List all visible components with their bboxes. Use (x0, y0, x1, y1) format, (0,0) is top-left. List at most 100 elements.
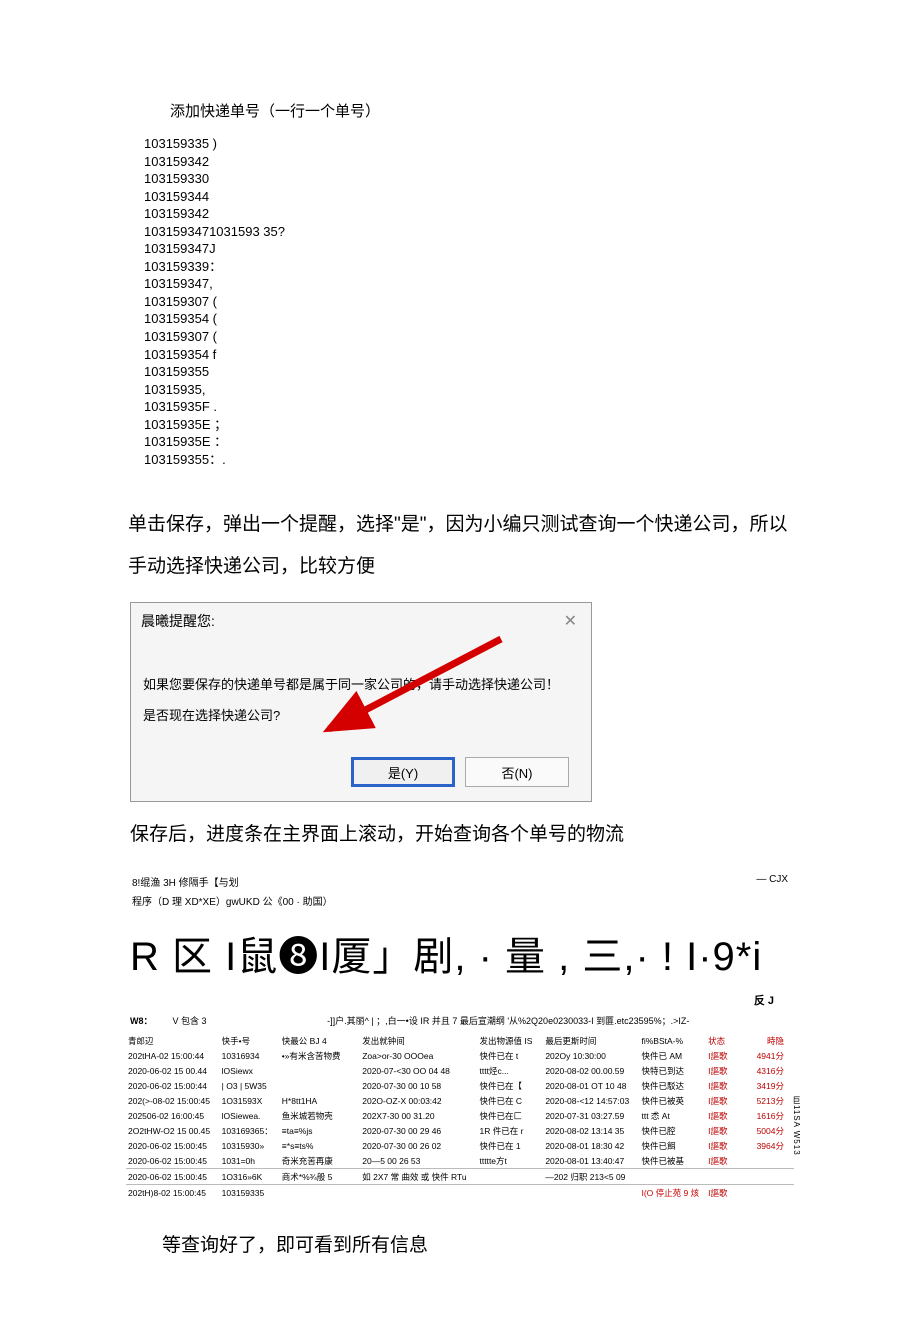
cell (750, 1185, 794, 1201)
cell: 快特已到达 (639, 1063, 706, 1078)
cell: ≡ta≡%js (280, 1123, 360, 1138)
cell (280, 1063, 360, 1078)
column-header: 快手•号 (220, 1033, 280, 1048)
cell: 103169365： (220, 1123, 280, 1138)
cell: 2020-06-02 15:00:45 (126, 1138, 220, 1153)
cell: 10316934 (220, 1048, 280, 1063)
dialog-message-1: 如果您要保存的快递单号都是属于同一家公司的，请手动选择快递公司！ (143, 669, 579, 700)
app-titlebar: 8!绲渔 3H 修隔手【与划 — CJX (120, 874, 800, 889)
table-row: 202tHA-02 15:00:4410316934•»有米含苦物费Zoa>or… (126, 1048, 794, 1063)
results-table: 青郎辺快手•号快最公 BJ 4发出就钟间发出物源值 IS最后更斯时间fi%BSt… (126, 1033, 794, 1200)
cell: I(O 停止苑 9 烗 (639, 1185, 706, 1201)
cell (750, 1153, 794, 1169)
cell (478, 1169, 544, 1185)
cell: 2020-08-01 18:30 42 (543, 1138, 639, 1153)
tracking-number-list: 103159335 )10315934210315933010315934410… (120, 135, 800, 468)
table-row: 202506-02 16:00:45lOSiewea.鱼米城若物壳202X7-3… (126, 1108, 794, 1123)
cell: 快件已在 1 (478, 1138, 544, 1153)
table-row: 2020-06-02 15:00:4510315930»≡*s≡ts%2020-… (126, 1138, 794, 1153)
cell: 2020-06-02 15:00:44 (126, 1078, 220, 1093)
cell: 快件已 AM (639, 1048, 706, 1063)
cell: I謳歌 (706, 1108, 750, 1123)
cell: 1616分 (750, 1108, 794, 1123)
cell: I謳歌 (706, 1153, 750, 1169)
column-header: 发出物源值 IS (478, 1033, 544, 1048)
tracking-number: 103159342 (144, 205, 800, 223)
cell: I謳歌 (706, 1185, 750, 1201)
app-title-left: 8!绲渔 3H 修隔手【与划 (132, 874, 239, 889)
cell: lOSiewx (220, 1063, 280, 1078)
column-header: 状态 (706, 1033, 750, 1048)
cell: 5213分 (750, 1093, 794, 1108)
tracking-number: 103159330 (144, 170, 800, 188)
cell: 2020-06-02 15 00.44 (126, 1063, 220, 1078)
tracking-number: 103159354 ( (144, 310, 800, 328)
cell: 4941分 (750, 1048, 794, 1063)
tracking-number: 103159355：. (144, 451, 800, 469)
tracking-number: 103159344 (144, 188, 800, 206)
cell: 快件已在 C (478, 1093, 544, 1108)
cell: 2O2tHW-O2 15 00.45 (126, 1123, 220, 1138)
column-header: 发出就钟间 (360, 1033, 477, 1048)
cell: tttt烃c... (478, 1063, 544, 1078)
section-title: 添加快递单号（一行一个单号） (120, 100, 800, 121)
cell: 鱼米城若物壳 (280, 1108, 360, 1123)
cell: H*8tt1HA (280, 1093, 360, 1108)
cell: 2020-07-<30 OO 04 48 (360, 1063, 477, 1078)
cell: 1R 件已在 r (478, 1123, 544, 1138)
app-menubar: 程序（D 理 XD*XE）gwUKD 公《00 · 助国） (120, 893, 800, 908)
cell: 202506-02 16:00:45 (126, 1108, 220, 1123)
tracking-number: 103159307 ( (144, 293, 800, 311)
cell: 奇米充苦再康 (280, 1153, 360, 1169)
tracking-number: 10315935E ： (144, 433, 800, 451)
table-row: 2020-06-02 15:00:451O316»6K商术*%¾般 5如 2X7… (126, 1169, 794, 1185)
cell: | O3 | 5W35 (220, 1078, 280, 1093)
cell: 2020-08-02 00.00.59 (543, 1063, 639, 1078)
paragraph-3: 等查询好了，即可看到所有信息 (120, 1230, 800, 1257)
dialog-title: 晨曦提醒您: (141, 611, 215, 631)
cell: —202 归职 213<5 09 (543, 1169, 639, 1185)
cell: 快件已在 t (478, 1048, 544, 1063)
table-row: 2020-06-02 15:00:451031=0h奇米充苦再康20—5 00 … (126, 1153, 794, 1169)
no-button[interactable]: 否(N) (465, 757, 569, 787)
cell: 10315930» (220, 1138, 280, 1153)
cell (706, 1169, 750, 1185)
cell: 2020-08-02 13:14 35 (543, 1123, 639, 1138)
cell: 2020-08-<12 14:57:03 (543, 1093, 639, 1108)
cell (360, 1185, 477, 1201)
cell: I謳歌 (706, 1078, 750, 1093)
cell: 202X7-30 00 31.20 (360, 1108, 477, 1123)
cell: 1031=0h (220, 1153, 280, 1169)
tracking-number: 103159354 f (144, 346, 800, 364)
cell (478, 1185, 544, 1201)
side-vertical-text: 巨11SA W513 (791, 1096, 802, 1156)
cell: 快件已在【 (478, 1078, 544, 1093)
paragraph-2: 保存后，进度条在主界面上滚动，开始查询各个单号的物流 (130, 814, 800, 856)
app-title-right: — CJX (756, 874, 788, 889)
cell: I謳歌 (706, 1063, 750, 1078)
cell: 快件已被基 (639, 1153, 706, 1169)
tracking-number: 103159355 (144, 363, 800, 381)
cell: 5004分 (750, 1123, 794, 1138)
yes-button[interactable]: 是(Y) (351, 757, 455, 787)
cell: 4316分 (750, 1063, 794, 1078)
column-header: 最后更斯时间 (543, 1033, 639, 1048)
cell (750, 1169, 794, 1185)
cell: lOSiewea. (220, 1108, 280, 1123)
column-header: 時隐 (750, 1033, 794, 1048)
cell (280, 1078, 360, 1093)
cell: 3419分 (750, 1078, 794, 1093)
cell: 202(>-08-02 15:00:45 (126, 1093, 220, 1108)
close-icon[interactable]: ✕ (558, 611, 583, 631)
tracking-number: 1031593471031593 35? (144, 223, 800, 241)
tracking-number: 10315935E ； (144, 416, 800, 434)
cell: 2020-07-30 00 29 46 (360, 1123, 477, 1138)
cell: I謳歌 (706, 1048, 750, 1063)
table-row: 202(>-08-02 15:00:451O31593XH*8tt1HA202O… (126, 1093, 794, 1108)
tracking-number: 103159339： (144, 258, 800, 276)
cell: 快件已駁达 (639, 1078, 706, 1093)
cell: 2020-06-02 15:00:45 (126, 1153, 220, 1169)
toolbar-glyphs: R 区 I鼠❽I厦」剧, · 量 , 三,· ! I·9*i (120, 924, 800, 982)
dialog-message-2: 是否现在选择快递公司? (143, 700, 579, 731)
cell: 202O-OZ-X 00:03:42 (360, 1093, 477, 1108)
